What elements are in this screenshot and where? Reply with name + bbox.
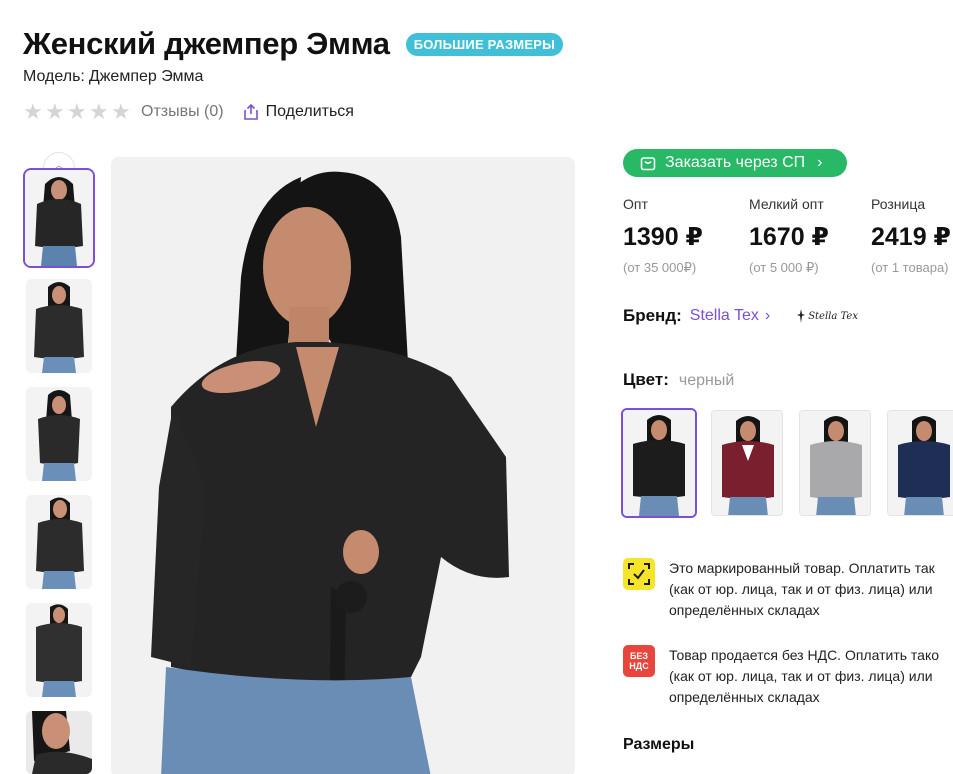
rating-row: ★ ★ ★ ★ ★ Отзывы (0) Поделиться <box>23 99 354 124</box>
brand-logo-text: Stella Tex <box>808 310 858 322</box>
price-tier: Опт 1390 ₽ (от 35 000₽) <box>623 196 749 276</box>
model-photo-icon <box>26 387 92 481</box>
thumbnail-2[interactable] <box>26 279 92 373</box>
price-tier-minimum: (от 1 товара) <box>871 260 949 275</box>
shopping-bag-icon <box>640 157 656 171</box>
brand-link[interactable]: Stella Tex › <box>690 307 770 325</box>
model-photo-icon <box>712 411 782 515</box>
chevron-right-icon: › <box>817 154 823 171</box>
star-icon: ★ <box>45 99 65 124</box>
color-row: Цвет: черный <box>623 370 734 390</box>
color-swatch-black[interactable] <box>621 408 697 518</box>
title-row: Женский джемпер Эмма БОЛЬШИЕ РАЗМЕРЫ <box>23 26 563 62</box>
model-photo-icon <box>26 711 92 774</box>
price-tier-value: 2419 ₽ <box>871 223 951 251</box>
marked-goods-info: Это маркированный товар. Оплатить так (к… <box>623 558 953 621</box>
color-swatch-burgundy[interactable] <box>711 410 783 516</box>
price-tier-label: Розница <box>871 196 926 212</box>
thumbnail-6[interactable] <box>26 711 92 774</box>
sizes-heading: Размеры <box>623 736 695 753</box>
share-icon <box>243 103 258 120</box>
brand-label: Бренд: <box>623 306 682 325</box>
price-tier-value: 1670 ₽ <box>749 223 829 251</box>
no-vat-icon: БЕЗ НДС <box>623 645 655 677</box>
no-vat-icon-line: БЕЗ <box>629 651 649 661</box>
price-tier-minimum: (от 5 000 ₽) <box>749 260 819 275</box>
price-tiers: Опт 1390 ₽ (от 35 000₽) Мелкий опт 1670 … <box>623 196 953 276</box>
size-badge[interactable]: БОЛЬШИЕ РАЗМЕРЫ <box>405 32 563 56</box>
star-icon: ★ <box>67 99 87 124</box>
model-photo-icon <box>623 410 695 516</box>
chevron-right-icon: › <box>764 307 771 324</box>
color-swatch-navy[interactable] <box>887 410 953 516</box>
model-photo-icon <box>25 170 93 266</box>
star-icon: ★ <box>89 99 109 124</box>
price-tier-value: 1390 ₽ <box>623 223 703 251</box>
datamatrix-check-icon <box>623 558 655 590</box>
info-line: определённых складах <box>669 602 820 618</box>
thumbnail-4[interactable] <box>26 495 92 589</box>
model-photo-icon <box>26 279 92 373</box>
rating-stars[interactable]: ★ ★ ★ ★ ★ <box>23 99 131 124</box>
model-photo-icon <box>111 157 575 774</box>
no-vat-info: БЕЗ НДС Товар продается без НДС. Оплатит… <box>623 645 953 708</box>
info-line: Это маркированный товар. Оплатить так <box>669 560 935 576</box>
brand-row: Бренд: Stella Tex › Stella Tex <box>623 306 858 326</box>
color-value: черный <box>678 372 735 389</box>
reviews-link[interactable]: Отзывы (0) <box>141 103 224 121</box>
price-tier-label: Опт <box>623 196 648 212</box>
brand-logo-mark-icon <box>797 309 806 323</box>
color-swatch-gray[interactable] <box>799 410 871 516</box>
thumbnail-1[interactable] <box>23 168 95 268</box>
info-line: (как от юр. лица, так и от физ. лица) ил… <box>669 668 933 684</box>
price-tier-label: Мелкий опт <box>749 196 824 212</box>
price-tier: Розница 2419 ₽ (от 1 товара) <box>871 196 953 276</box>
share-label: Поделиться <box>265 103 354 120</box>
order-via-sp-button[interactable]: Заказать через СП › <box>623 149 847 177</box>
star-icon: ★ <box>23 99 43 124</box>
info-text: Товар продается без НДС. Оплатить тако (… <box>669 645 939 708</box>
model-value: Джемпер Эмма <box>88 68 204 85</box>
model-label: Модель: <box>23 68 85 85</box>
info-line: Товар продается без НДС. Оплатить тако <box>669 647 940 663</box>
info-text: Это маркированный товар. Оплатить так (к… <box>669 558 935 621</box>
price-tier: Мелкий опт 1670 ₽ (от 5 000 ₽) <box>749 196 871 276</box>
page-title: Женский джемпер Эмма <box>23 26 390 61</box>
model-photo-icon <box>26 495 92 589</box>
color-label: Цвет: <box>623 370 669 389</box>
color-swatches <box>621 408 953 520</box>
price-tier-minimum: (от 35 000₽) <box>623 260 697 275</box>
thumbnail-3[interactable] <box>26 387 92 481</box>
model-line: Модель: Джемпер Эмма <box>23 68 203 86</box>
model-photo-icon <box>800 411 870 515</box>
model-photo-icon <box>26 603 92 697</box>
brand-logo[interactable]: Stella Tex <box>796 309 858 323</box>
order-button-label: Заказать через СП <box>665 154 806 171</box>
star-icon: ★ <box>111 99 131 124</box>
main-product-image[interactable] <box>111 157 575 774</box>
info-line: (как от юр. лица, так и от физ. лица) ил… <box>669 581 933 597</box>
model-photo-icon <box>888 411 953 515</box>
thumbnail-5[interactable] <box>26 603 92 697</box>
share-button[interactable]: Поделиться <box>242 103 354 121</box>
info-line: определённых складах <box>669 689 820 705</box>
no-vat-icon-line: НДС <box>629 661 649 671</box>
brand-name: Stella Tex <box>689 307 759 324</box>
